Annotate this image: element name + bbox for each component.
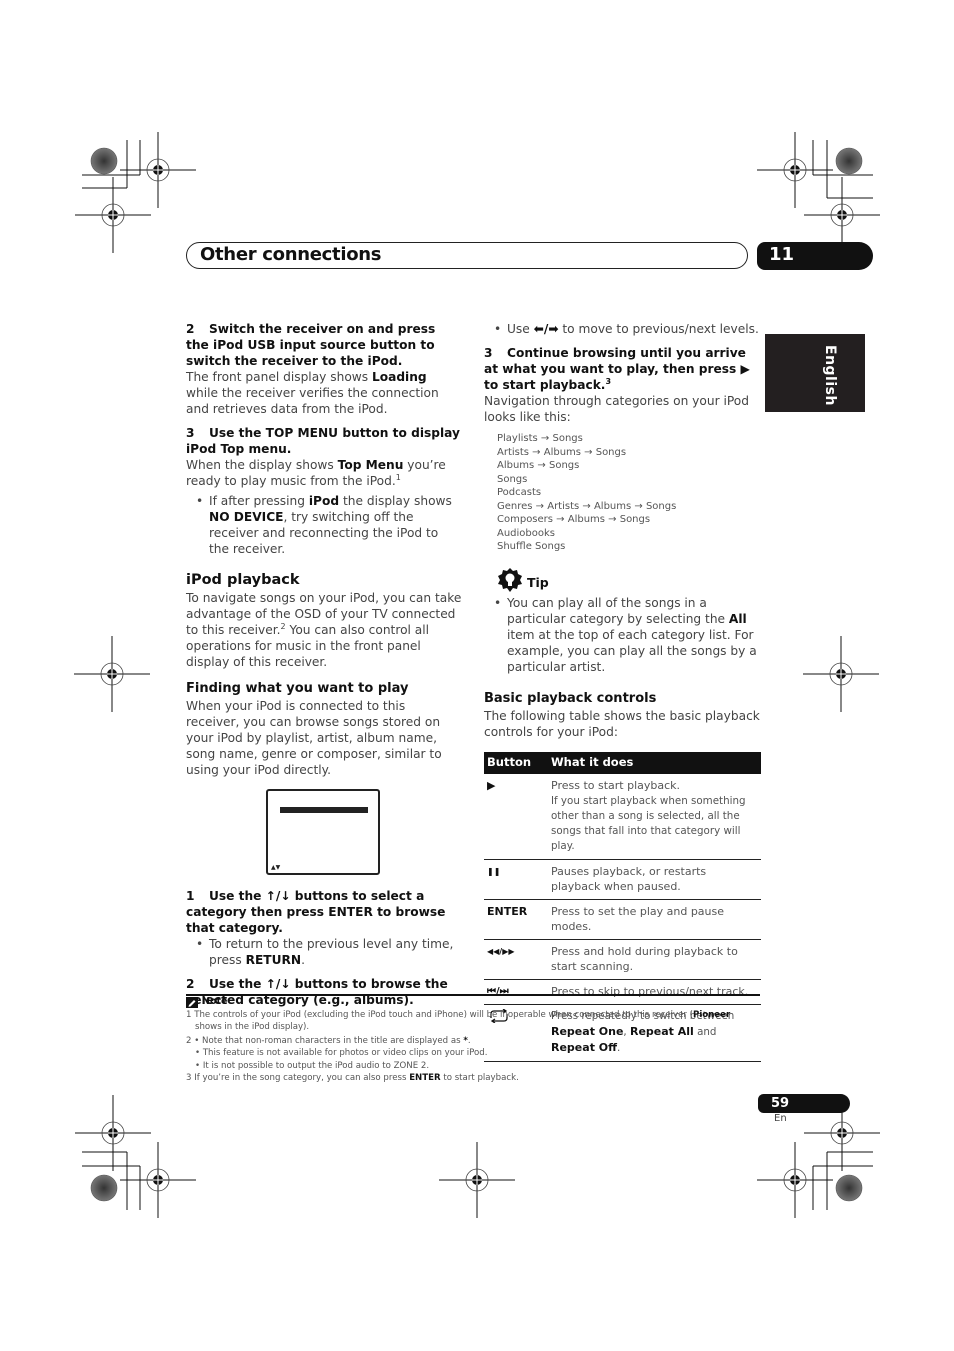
registration-target bbox=[438, 1141, 516, 1219]
navigation-path-item: Genres → Artists → Albums → Songs bbox=[497, 500, 677, 512]
footnote-2: 2 • Note that non-roman characters in th… bbox=[186, 1035, 471, 1046]
tip-bullet: You can play all of the songs in a parti… bbox=[484, 595, 762, 675]
scroll-indicator-icon: ▲▼ bbox=[271, 864, 281, 871]
pause-icon: ❚❚ bbox=[484, 859, 548, 900]
left-column: 2 Switch the receiver on and press the iP… bbox=[186, 321, 462, 1008]
tip-header: Tip bbox=[498, 567, 762, 592]
registration-target bbox=[74, 1094, 152, 1172]
finding-heading: Finding what you want to play bbox=[186, 681, 409, 696]
footnote-2-item: • This feature is not available for phot… bbox=[195, 1048, 488, 1058]
footnote-ref: 1 bbox=[395, 472, 401, 482]
navigation-path-item: Artists → Albums → Songs bbox=[497, 446, 627, 458]
page-number: 59 bbox=[771, 1096, 790, 1111]
printer-registration-marks bbox=[73, 131, 881, 1219]
up-down-arrows-icon: ↑/↓ bbox=[265, 889, 291, 903]
footnote-1: 1 The controls of your iPod (excluding t… bbox=[186, 1009, 731, 1033]
section-title: Other connections bbox=[200, 244, 382, 265]
chapter-number: 11 bbox=[769, 244, 795, 265]
crop-mark-bottom-left bbox=[82, 1151, 141, 1210]
registration-target bbox=[756, 131, 834, 209]
crop-mark-top-left bbox=[82, 140, 141, 189]
navigation-path-item: Podcasts bbox=[497, 487, 542, 498]
levels-bullet: Use ⬅/➡ to move to previous/next levels. bbox=[484, 321, 762, 337]
navigation-path-item: Albums → Songs bbox=[497, 460, 580, 471]
footnote-3: 3 If you’re in the song category, you ca… bbox=[186, 1073, 519, 1083]
step-2-heading: 2 Switch the receiver on and press the iP… bbox=[186, 322, 436, 368]
continue-step-heading: 3 Continue browsing until you arrive at w… bbox=[484, 346, 750, 392]
step-2-body: The front panel display shows Loading wh… bbox=[186, 370, 439, 416]
table-row: ◀◀/▶▶ Press and hold during playback to … bbox=[484, 939, 761, 980]
osd-screen-illustration: ▲▼ bbox=[266, 789, 380, 875]
navigation-path-item: Songs bbox=[497, 473, 528, 485]
footnote-2-item: • It is not possible to output the iPod … bbox=[195, 1060, 430, 1071]
navigation-path-list: Playlists → Songs Artists → Albums → Song… bbox=[497, 432, 762, 554]
right-column: Use ⬅/➡ to move to previous/next levels.… bbox=[484, 321, 762, 1062]
return-bullet: To return to the previous level any time… bbox=[186, 936, 462, 968]
scan-icon: ◀◀/▶▶ bbox=[484, 939, 548, 980]
navigation-path-item: Composers → Albums → Songs bbox=[497, 514, 651, 525]
ipod-playback-heading: iPod playback bbox=[186, 572, 300, 588]
footnotes: Note 1 The controls of your iPod (exclud… bbox=[186, 996, 766, 1085]
registration-target bbox=[74, 176, 152, 254]
enter-button-label: ENTER bbox=[484, 899, 548, 940]
crop-mark-top-right bbox=[812, 140, 873, 199]
table-row: ❚❚ Pauses playback, or restarts playback… bbox=[484, 859, 761, 900]
navigation-intro: Navigation through categories on your iP… bbox=[484, 394, 749, 424]
table-header-row: Button What it does bbox=[484, 751, 761, 774]
table-row: ENTER Press to set the play and pause mo… bbox=[484, 899, 761, 940]
column-header-button: Button bbox=[484, 751, 548, 774]
navigation-path-item: Shuffle Songs bbox=[497, 541, 566, 552]
registration-target bbox=[119, 1141, 197, 1219]
navigation-path-item: Audiobooks bbox=[497, 527, 556, 539]
finding-body: When your iPod is connected to this rece… bbox=[186, 699, 442, 777]
registration-target bbox=[802, 635, 880, 713]
registration-target bbox=[119, 131, 197, 209]
lightbulb-icon bbox=[498, 567, 522, 592]
no-device-bullet: If after pressing iPod the display shows… bbox=[186, 493, 462, 557]
step-3-body: When the display shows Top Menu you’re r… bbox=[186, 458, 446, 488]
page-language-code: En bbox=[774, 1113, 787, 1124]
basic-controls-heading: Basic playback controls bbox=[484, 690, 657, 706]
language-tab bbox=[765, 334, 865, 412]
column-header-what-it-does: What it does bbox=[548, 751, 761, 774]
registration-target bbox=[73, 635, 151, 713]
step-3-heading: 3 Use the TOP MENU button to display iPod… bbox=[186, 426, 460, 456]
basic-controls-intro: The following table shows the basic play… bbox=[484, 708, 760, 739]
note-header: Note bbox=[186, 996, 766, 1009]
left-right-arrows-icon: ⬅/➡ bbox=[533, 322, 559, 336]
ipod-playback-body: To navigate songs on your iPod, you can … bbox=[186, 591, 462, 669]
pencil-note-icon bbox=[186, 996, 198, 1008]
osd-highlight-bar bbox=[280, 807, 368, 813]
registration-target bbox=[756, 1141, 834, 1219]
navigation-path-item: Playlists → Songs bbox=[497, 433, 583, 444]
table-row: ▶ Press to start playback. If you start p… bbox=[484, 773, 761, 860]
crop-mark-bottom-right bbox=[812, 1151, 873, 1210]
up-down-arrows-icon: ↑/↓ bbox=[265, 977, 291, 991]
tip-label: Tip bbox=[527, 574, 549, 590]
browse-step-1-heading: 1 Use the ↑/↓ buttons to select a categor… bbox=[186, 889, 446, 935]
language-tab-label: English bbox=[822, 345, 838, 406]
play-icon: ▶ bbox=[484, 773, 548, 860]
